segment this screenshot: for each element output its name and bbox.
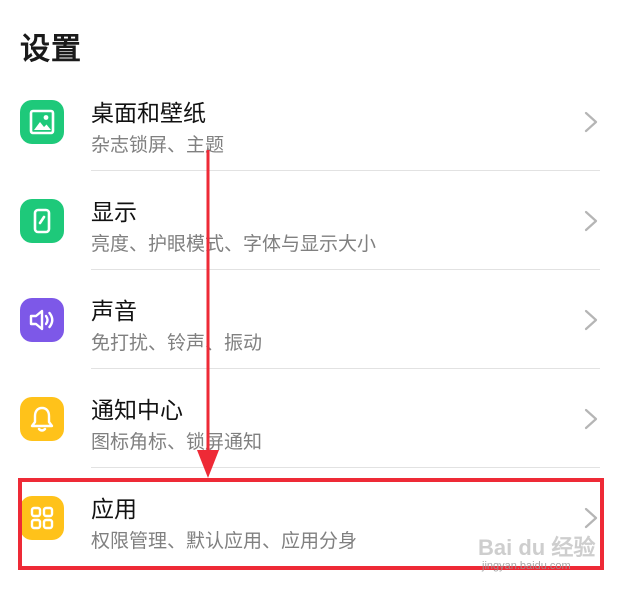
image-icon bbox=[20, 100, 64, 144]
settings-item-subtitle: 图标角标、锁屏通知 bbox=[91, 431, 263, 453]
chevron-right-icon bbox=[584, 408, 598, 430]
settings-item-notifications[interactable]: 通知中心 图标角标、锁屏通知 bbox=[0, 369, 622, 468]
chevron-right-icon bbox=[584, 111, 598, 133]
bell-icon bbox=[20, 397, 64, 441]
speaker-icon bbox=[20, 298, 64, 342]
settings-item-title: 通知中心 bbox=[91, 398, 183, 424]
settings-item-apps[interactable]: 应用 权限管理、默认应用、应用分身 bbox=[0, 468, 622, 567]
chevron-right-icon bbox=[584, 210, 598, 232]
settings-list: 桌面和壁纸 杂志锁屏、主题 显示 亮度、护眼模式、字体与显示大小 声音 免打扰、… bbox=[0, 72, 622, 567]
chevron-right-icon bbox=[584, 309, 598, 331]
page-title: 设置 bbox=[20, 32, 82, 67]
settings-item-subtitle: 杂志锁屏、主题 bbox=[91, 134, 225, 156]
chevron-right-icon bbox=[584, 507, 598, 529]
settings-item-title: 桌面和壁纸 bbox=[91, 101, 206, 127]
settings-item-title: 应用 bbox=[91, 497, 137, 523]
settings-item-display[interactable]: 显示 亮度、护眼模式、字体与显示大小 bbox=[0, 171, 622, 270]
settings-item-subtitle: 免打扰、铃声、振动 bbox=[91, 332, 263, 354]
display-icon bbox=[20, 199, 64, 243]
settings-item-wallpaper[interactable]: 桌面和壁纸 杂志锁屏、主题 bbox=[0, 72, 622, 171]
settings-item-sound[interactable]: 声音 免打扰、铃声、振动 bbox=[0, 270, 622, 369]
settings-item-subtitle: 亮度、护眼模式、字体与显示大小 bbox=[91, 233, 377, 255]
apps-grid-icon bbox=[20, 496, 64, 540]
settings-item-title: 声音 bbox=[91, 299, 137, 325]
settings-item-subtitle: 权限管理、默认应用、应用分身 bbox=[91, 530, 358, 552]
settings-item-title: 显示 bbox=[91, 200, 137, 226]
